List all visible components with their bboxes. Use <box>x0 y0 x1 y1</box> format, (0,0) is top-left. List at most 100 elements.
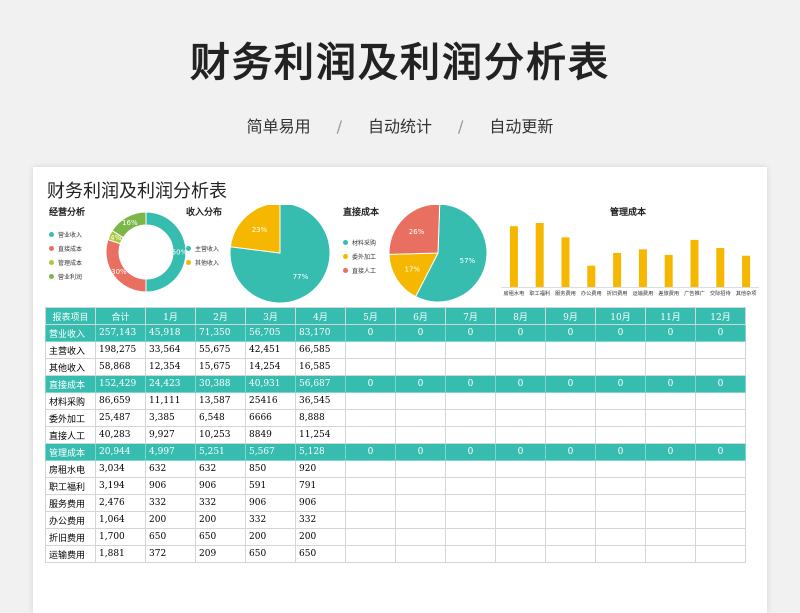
table-cell[interactable] <box>445 528 496 546</box>
table-cell[interactable] <box>645 358 696 376</box>
table-cell[interactable] <box>495 358 546 376</box>
table-cell[interactable]: 8849 <box>245 426 296 444</box>
column-header[interactable]: 1月 <box>145 307 196 325</box>
table-cell[interactable] <box>645 511 696 529</box>
table-cell[interactable]: 257,143 <box>95 324 146 342</box>
column-header[interactable]: 11月 <box>645 307 696 325</box>
table-cell[interactable]: 1,064 <box>95 511 146 529</box>
table-cell[interactable]: 152,429 <box>95 375 146 393</box>
row-label-cell[interactable]: 直接成本 <box>45 375 96 393</box>
table-cell[interactable] <box>545 545 596 563</box>
table-cell[interactable]: 906 <box>195 477 246 495</box>
table-cell[interactable] <box>495 392 546 410</box>
table-cell[interactable] <box>445 341 496 359</box>
table-cell[interactable]: 632 <box>195 460 246 478</box>
table-cell[interactable]: 56,687 <box>295 375 346 393</box>
column-header[interactable]: 4月 <box>295 307 346 325</box>
table-cell[interactable] <box>645 409 696 427</box>
table-cell[interactable] <box>595 511 646 529</box>
table-cell[interactable] <box>545 341 596 359</box>
row-label-cell[interactable]: 房租水电 <box>45 460 96 478</box>
row-label-cell[interactable]: 职工福利 <box>45 477 96 495</box>
table-cell[interactable]: 6666 <box>245 409 296 427</box>
table-cell[interactable]: 0 <box>495 324 546 342</box>
table-cell[interactable] <box>695 341 746 359</box>
column-header[interactable]: 5月 <box>345 307 396 325</box>
table-cell[interactable] <box>345 392 396 410</box>
table-cell[interactable]: 0 <box>595 375 646 393</box>
table-cell[interactable]: 5,128 <box>295 443 346 461</box>
table-cell[interactable]: 0 <box>445 324 496 342</box>
table-cell[interactable] <box>695 494 746 512</box>
column-header[interactable]: 合计 <box>95 307 146 325</box>
row-label-cell[interactable]: 材料采购 <box>45 392 96 410</box>
table-cell[interactable] <box>445 511 496 529</box>
row-label-cell[interactable]: 办公费用 <box>45 511 96 529</box>
table-cell[interactable] <box>395 545 446 563</box>
row-label-cell[interactable]: 委外加工 <box>45 409 96 427</box>
table-cell[interactable]: 56,705 <box>245 324 296 342</box>
table-cell[interactable] <box>595 545 646 563</box>
table-cell[interactable]: 0 <box>695 443 746 461</box>
table-cell[interactable]: 30,388 <box>195 375 246 393</box>
table-cell[interactable]: 13,587 <box>195 392 246 410</box>
column-header[interactable]: 10月 <box>595 307 646 325</box>
table-cell[interactable] <box>395 460 446 478</box>
table-cell[interactable] <box>545 409 596 427</box>
table-cell[interactable]: 1,881 <box>95 545 146 563</box>
table-cell[interactable] <box>395 341 446 359</box>
table-cell[interactable] <box>345 511 396 529</box>
table-cell[interactable] <box>345 341 396 359</box>
table-cell[interactable] <box>395 392 446 410</box>
table-cell[interactable] <box>445 358 496 376</box>
table-cell[interactable]: 58,868 <box>95 358 146 376</box>
table-cell[interactable] <box>695 460 746 478</box>
row-label-cell[interactable]: 服务费用 <box>45 494 96 512</box>
table-cell[interactable]: 25,487 <box>95 409 146 427</box>
table-cell[interactable]: 0 <box>495 375 546 393</box>
table-cell[interactable]: 3,034 <box>95 460 146 478</box>
row-label-cell[interactable]: 营业收入 <box>45 324 96 342</box>
table-cell[interactable] <box>695 511 746 529</box>
table-cell[interactable]: 42,451 <box>245 341 296 359</box>
table-cell[interactable] <box>695 545 746 563</box>
table-cell[interactable] <box>545 511 596 529</box>
table-cell[interactable] <box>645 494 696 512</box>
table-cell[interactable]: 0 <box>545 443 596 461</box>
table-cell[interactable] <box>595 409 646 427</box>
table-cell[interactable] <box>645 477 696 495</box>
table-cell[interactable]: 200 <box>145 511 196 529</box>
table-cell[interactable] <box>495 409 546 427</box>
table-cell[interactable] <box>395 477 446 495</box>
table-cell[interactable]: 200 <box>295 528 346 546</box>
table-cell[interactable]: 0 <box>695 375 746 393</box>
table-cell[interactable]: 200 <box>245 528 296 546</box>
table-cell[interactable]: 6,548 <box>195 409 246 427</box>
table-cell[interactable]: 20,944 <box>95 443 146 461</box>
table-cell[interactable] <box>645 426 696 444</box>
table-cell[interactable] <box>445 409 496 427</box>
table-cell[interactable]: 0 <box>545 375 596 393</box>
table-cell[interactable]: 198,275 <box>95 341 146 359</box>
table-cell[interactable]: 0 <box>595 443 646 461</box>
table-cell[interactable] <box>595 528 646 546</box>
table-cell[interactable] <box>645 460 696 478</box>
table-cell[interactable] <box>345 477 396 495</box>
column-header[interactable]: 报表项目 <box>45 307 96 325</box>
table-cell[interactable] <box>445 477 496 495</box>
table-cell[interactable]: 40,931 <box>245 375 296 393</box>
table-cell[interactable]: 0 <box>345 443 396 461</box>
row-label-cell[interactable]: 管理成本 <box>45 443 96 461</box>
table-cell[interactable] <box>445 494 496 512</box>
table-cell[interactable] <box>645 528 696 546</box>
table-cell[interactable]: 332 <box>245 511 296 529</box>
table-cell[interactable]: 0 <box>445 375 496 393</box>
table-cell[interactable] <box>495 341 546 359</box>
table-cell[interactable] <box>595 494 646 512</box>
table-cell[interactable]: 0 <box>545 324 596 342</box>
table-cell[interactable] <box>345 494 396 512</box>
table-cell[interactable] <box>545 392 596 410</box>
table-cell[interactable]: 0 <box>395 443 446 461</box>
table-cell[interactable]: 0 <box>495 443 546 461</box>
table-cell[interactable]: 24,423 <box>145 375 196 393</box>
